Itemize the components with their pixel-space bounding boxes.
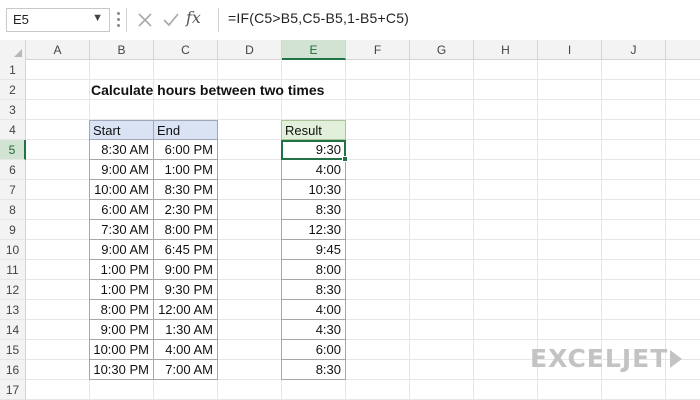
row-header-6[interactable]: 6 (0, 160, 26, 180)
start-time-cell[interactable]: 10:00 AM (89, 180, 154, 200)
column-header-b[interactable]: B (90, 40, 154, 60)
result-cell[interactable]: 4:00 (281, 300, 346, 320)
result-cell[interactable]: 8:00 (281, 260, 346, 280)
column-header-f[interactable]: F (346, 40, 410, 60)
row-header-12[interactable]: 12 (0, 280, 26, 300)
column-header-h[interactable]: H (474, 40, 538, 60)
end-time-cell[interactable]: 8:00 PM (153, 220, 218, 240)
row-header-11[interactable]: 11 (0, 260, 26, 280)
column-header-e[interactable]: E (282, 40, 346, 60)
start-time-cell[interactable]: 10:00 PM (89, 340, 154, 360)
sheet-title[interactable]: Calculate hours between two times (91, 80, 324, 100)
result-cell[interactable]: 4:30 (281, 320, 346, 340)
end-time-cell[interactable]: 1:30 AM (153, 320, 218, 340)
start-time-cell[interactable]: 8:00 PM (89, 300, 154, 320)
fill-handle[interactable] (342, 156, 348, 162)
end-time-cell[interactable]: 6:45 PM (153, 240, 218, 260)
result-header[interactable]: Result (281, 120, 346, 140)
end-time-cell[interactable]: 1:00 PM (153, 160, 218, 180)
result-cell[interactable]: 10:30 (281, 180, 346, 200)
result-cell[interactable]: 9:30 (281, 140, 346, 160)
end-time-cell[interactable]: 7:00 AM (153, 360, 218, 380)
result-cell[interactable]: 4:00 (281, 160, 346, 180)
row-header-2[interactable]: 2 (0, 80, 26, 100)
column-header-g[interactable]: G (410, 40, 474, 60)
logo-arrow-icon (670, 350, 682, 368)
row-header-16[interactable]: 16 (0, 360, 26, 380)
row-header-15[interactable]: 15 (0, 340, 26, 360)
row-header-4[interactable]: 4 (0, 120, 26, 140)
end-time-cell[interactable]: 9:00 PM (153, 260, 218, 280)
result-cell[interactable]: 8:30 (281, 280, 346, 300)
cancel-icon[interactable] (132, 7, 158, 33)
end-time-cell[interactable]: 6:00 PM (153, 140, 218, 160)
select-all-icon (14, 49, 22, 57)
end-time-cell[interactable]: 2:30 PM (153, 200, 218, 220)
row-header-1[interactable]: 1 (0, 60, 26, 80)
select-all-button[interactable] (0, 40, 26, 60)
row-header-9[interactable]: 9 (0, 220, 26, 240)
row-header-5[interactable]: 5 (0, 140, 26, 160)
chevron-down-icon[interactable]: ▼ (92, 12, 103, 24)
row-header-13[interactable]: 13 (0, 300, 26, 320)
result-cell[interactable]: 12:30 (281, 220, 346, 240)
row-header-14[interactable]: 14 (0, 320, 26, 340)
name-box-value: E5 (13, 12, 29, 27)
exceljet-logo: EXCELJET (530, 344, 669, 373)
start-time-cell[interactable]: 7:30 AM (89, 220, 154, 240)
start-time-cell[interactable]: 1:00 PM (89, 280, 154, 300)
end-header[interactable]: End (153, 120, 218, 140)
column-header-c[interactable]: C (154, 40, 218, 60)
column-header-d[interactable]: D (218, 40, 282, 60)
end-time-cell[interactable]: 8:30 PM (153, 180, 218, 200)
divider (126, 8, 127, 32)
start-time-cell[interactable]: 9:00 AM (89, 240, 154, 260)
result-cell[interactable]: 9:45 (281, 240, 346, 260)
formula-bar: E5 ▼ fx =IF(C5>B5,C5-B5,1-B5+C5) (0, 0, 700, 40)
row-header-17[interactable]: 17 (0, 380, 26, 400)
result-cell[interactable]: 6:00 (281, 340, 346, 360)
formula-input[interactable]: =IF(C5>B5,C5-B5,1-B5+C5) (228, 10, 409, 26)
column-header-row: ABCDEFGHIJ (0, 40, 700, 60)
start-time-cell[interactable]: 1:00 PM (89, 260, 154, 280)
end-time-cell[interactable]: 4:00 AM (153, 340, 218, 360)
start-time-cell[interactable]: 6:00 AM (89, 200, 154, 220)
column-header-j[interactable]: J (602, 40, 666, 60)
start-time-cell[interactable]: 10:30 PM (89, 360, 154, 380)
start-time-cell[interactable]: 8:30 AM (89, 140, 154, 160)
end-time-cell[interactable]: 9:30 PM (153, 280, 218, 300)
name-box[interactable]: E5 ▼ (6, 8, 110, 32)
divider (218, 8, 219, 32)
drag-handle-icon[interactable] (117, 10, 121, 30)
start-time-cell[interactable]: 9:00 PM (89, 320, 154, 340)
result-cell[interactable]: 8:30 (281, 360, 346, 380)
row-header-3[interactable]: 3 (0, 100, 26, 120)
row-header-10[interactable]: 10 (0, 240, 26, 260)
start-time-cell[interactable]: 9:00 AM (89, 160, 154, 180)
column-header-a[interactable]: A (26, 40, 90, 60)
insert-function-icon[interactable]: fx (186, 8, 201, 27)
column-header-i[interactable]: I (538, 40, 602, 60)
result-cell[interactable]: 8:30 (281, 200, 346, 220)
end-time-cell[interactable]: 12:00 AM (153, 300, 218, 320)
row-header-7[interactable]: 7 (0, 180, 26, 200)
confirm-icon[interactable] (158, 7, 184, 33)
start-header[interactable]: Start (89, 120, 154, 140)
row-header-8[interactable]: 8 (0, 200, 26, 220)
